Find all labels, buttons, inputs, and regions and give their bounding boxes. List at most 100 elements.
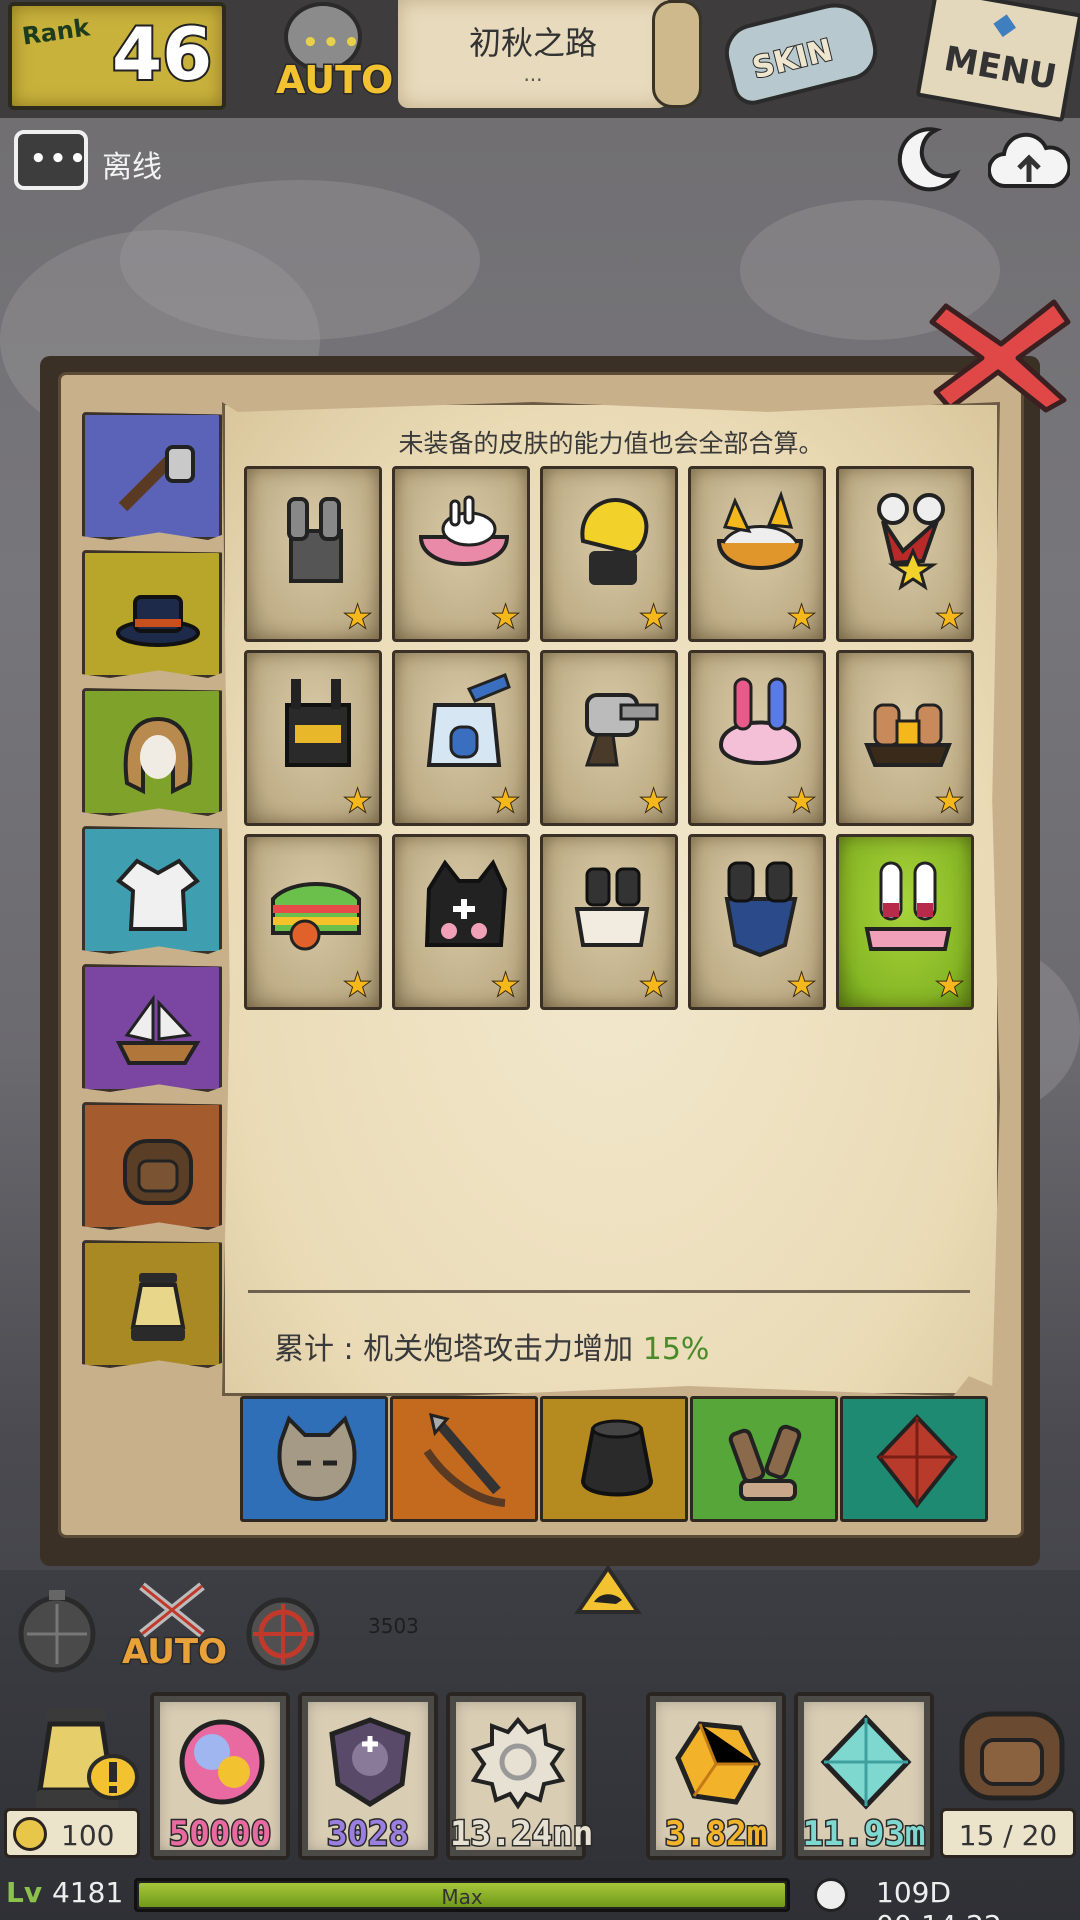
resource-value: 50000 — [167, 1813, 272, 1856]
star-icon: ★ — [343, 784, 372, 819]
category-tab-hair[interactable] — [82, 688, 222, 816]
category-tab-backpack[interactable] — [82, 1102, 222, 1230]
warning-icon — [574, 1564, 642, 1614]
skin-card-christmas-star-turret[interactable]: ★ — [836, 466, 974, 642]
auto-label: AUTO — [274, 57, 394, 104]
twin-turret-icon — [728, 1424, 802, 1501]
resource-rainbow-orb[interactable]: 50000 — [150, 1692, 290, 1860]
skin-card-bunny-cup-turret[interactable]: ★ — [392, 466, 530, 642]
category-tab-ship[interactable] — [82, 964, 222, 1092]
star-icon: ★ — [491, 968, 520, 1003]
shortcut-gem[interactable] — [840, 1396, 988, 1522]
ninja-cat-turret-icon — [424, 859, 508, 947]
rank-value: 46 — [110, 10, 214, 98]
rainbow-turret-icon — [271, 882, 361, 951]
resource-value: 3028 — [326, 1813, 411, 1856]
pink-bunny-turret-icon — [864, 861, 952, 951]
potion-count: 100 — [61, 1819, 115, 1852]
skin-card-pink-bunny-turret[interactable]: ★ — [836, 834, 974, 1010]
capacity-value: 15 / 20 — [958, 1819, 1058, 1852]
star-icon: ★ — [787, 784, 816, 819]
star-icon: ★ — [639, 784, 668, 819]
skin-card-ninja-cat-turret[interactable]: ★ — [392, 834, 530, 1010]
star-icon: ★ — [639, 968, 668, 1003]
skin-button[interactable]: SKIN — [716, 0, 896, 109]
level-icon: Lv — [6, 1876, 43, 1909]
potion-icon — [13, 1817, 47, 1851]
xp-bar: Max — [134, 1878, 790, 1912]
christmas-star-turret-icon — [877, 493, 945, 591]
clothes-icon — [116, 858, 200, 931]
stage-banner: 初秋之路 ... — [398, 0, 668, 108]
black-gold-turret-icon — [285, 679, 351, 767]
skin-card-golden-helmet-turret[interactable]: ★ — [540, 466, 678, 642]
golden-helmet-turret-icon — [580, 498, 649, 585]
crossbow-icon — [423, 1412, 506, 1507]
chat-icon[interactable]: ••• — [14, 130, 88, 190]
auto-skill-button[interactable]: ••• AUTO — [258, 2, 395, 110]
skin-card-starry-shield-turret[interactable]: ★ — [688, 834, 826, 1010]
skin-card-coffee-cup-turret[interactable]: ★ — [540, 834, 678, 1010]
gem-icon — [876, 1414, 958, 1509]
skull-shield-icon — [329, 1717, 411, 1807]
skin-card-chocolate-cake-turret[interactable]: ★ — [836, 650, 974, 826]
moon-icon[interactable] — [892, 124, 962, 194]
skin-card-black-gold-turret[interactable]: ★ — [244, 650, 382, 826]
category-tab-clothes[interactable] — [82, 826, 222, 954]
shortcut-cannon[interactable] — [540, 1396, 688, 1522]
chocolate-cake-turret-icon — [864, 703, 952, 767]
star-icon: ★ — [787, 968, 816, 1003]
twin-cannon-turret-icon — [287, 497, 343, 583]
resource-gear-token[interactable]: 13.24nn — [446, 1692, 595, 1860]
category-tab-turret[interactable] — [82, 412, 222, 540]
close-icon[interactable] — [926, 296, 1076, 414]
bunny-cup-turret-icon — [418, 495, 510, 566]
distance-value: 3503 — [368, 1614, 419, 1638]
category-tab-hat[interactable] — [82, 550, 222, 678]
cannon-icon — [580, 1419, 654, 1497]
total-bonus-label: 累计 : 机关炮塔攻击力增加 — [274, 1332, 634, 1367]
lantern-icon — [130, 1273, 186, 1341]
skin-card-blue-jar-turret[interactable]: ★ — [392, 650, 530, 826]
scroll-icon[interactable] — [652, 0, 702, 108]
category-tab-lantern[interactable] — [82, 1240, 222, 1368]
skin-card-rainbow-turret[interactable]: ★ — [244, 834, 382, 1010]
compass-icon[interactable] — [14, 1588, 100, 1674]
auto-battle-label: AUTO — [121, 1631, 229, 1674]
alert-icon — [87, 1754, 139, 1800]
total-bonus-value: 15% — [642, 1332, 710, 1367]
amber-crystal-icon — [675, 1721, 761, 1805]
stage-title: 初秋之路 — [468, 24, 597, 62]
rainbow-orb-icon — [179, 1719, 265, 1805]
ship-icon — [115, 994, 201, 1065]
shortcut-cat[interactable] — [240, 1396, 388, 1522]
crossed-swords-icon — [139, 1582, 205, 1638]
backpack-icon[interactable] — [952, 1700, 1072, 1810]
turret-icon — [118, 445, 195, 512]
resource-skull-shield[interactable]: 3028 — [298, 1692, 438, 1860]
hair-icon — [123, 716, 193, 795]
target-icon[interactable] — [238, 1594, 328, 1674]
level-value: 4181 — [52, 1876, 124, 1909]
skin-card-pink-cream-turret[interactable]: ★ — [688, 650, 826, 826]
skin-card-silver-gatling-turret[interactable]: ★ — [540, 650, 678, 826]
timer-value: 109D 00:14:22 — [876, 1876, 1002, 1920]
skin-card-twin-cannon-turret[interactable]: ★ — [244, 466, 382, 642]
skin-card-candy-corn-turret[interactable]: ★ — [688, 466, 826, 642]
star-icon: ★ — [343, 968, 372, 1003]
resource-blue-diamond[interactable]: 11.93m — [794, 1692, 934, 1860]
star-icon: ★ — [787, 600, 816, 635]
skin-note: 未装备的皮肤的能力值也会全部合算。 — [398, 429, 824, 458]
stage-subtitle: ... — [523, 62, 543, 86]
auto-battle-button[interactable]: AUTO — [118, 1580, 228, 1680]
cloud-upload-icon[interactable] — [988, 128, 1070, 194]
backpack-icon — [123, 1139, 193, 1205]
chat-status: 离线 — [102, 150, 162, 185]
star-icon: ★ — [491, 784, 520, 819]
shortcut-twin-turret[interactable] — [690, 1396, 838, 1522]
shortcut-crossbow[interactable] — [390, 1396, 538, 1522]
pink-cream-turret-icon — [718, 677, 802, 765]
rank-panel[interactable]: Rank 46 — [8, 2, 226, 110]
hat-icon — [116, 595, 200, 647]
resource-amber-crystal[interactable]: 3.82m — [646, 1692, 786, 1860]
